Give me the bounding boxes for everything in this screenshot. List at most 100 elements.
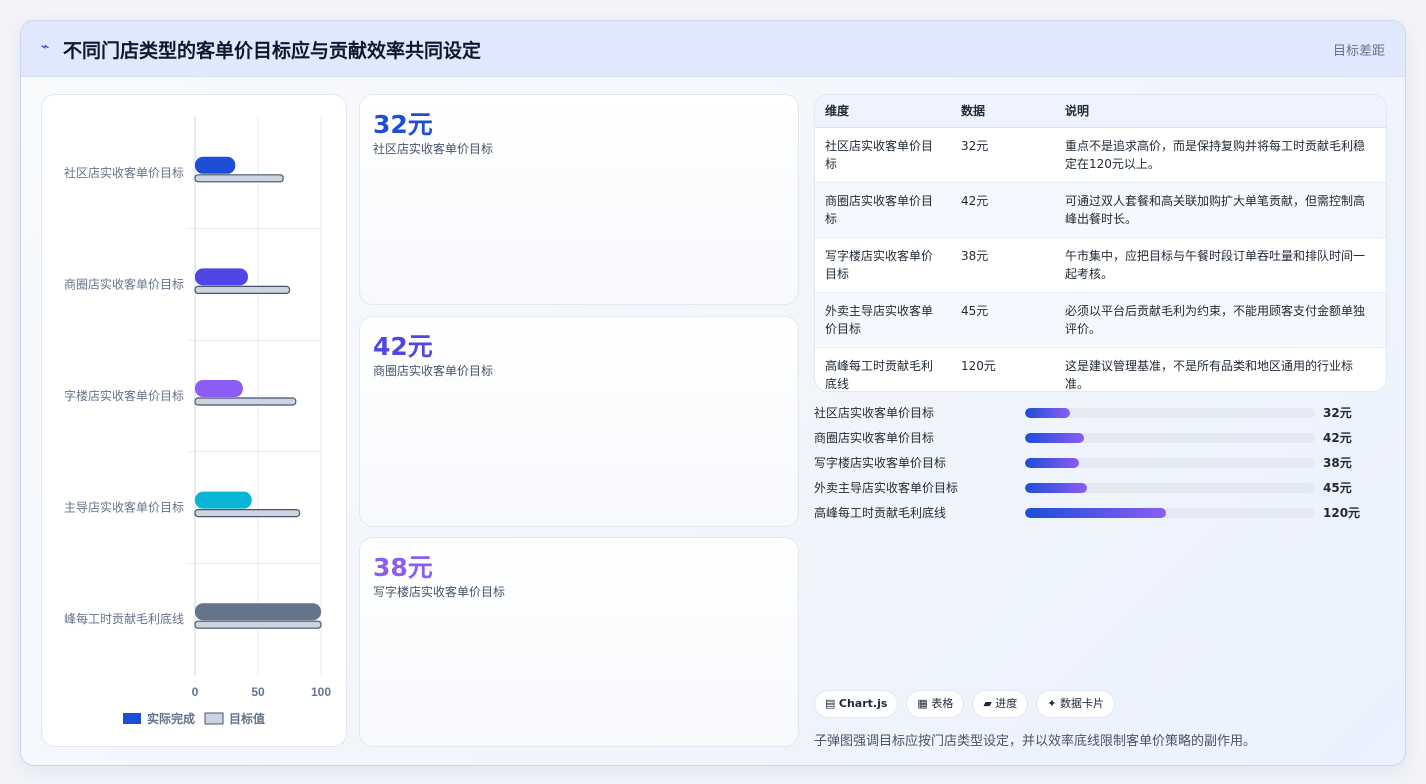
table-cell: 社区店实收客单价目标 (815, 127, 951, 183)
table-cell: 写字楼店实收客单价目标 (815, 237, 951, 293)
table-cell: 可通过双人套餐和高关联加购扩大单笔贡献，但需控制高峰出餐时长。 (1055, 182, 1386, 238)
table-cell: 42元 (951, 182, 1055, 238)
stat-card: 38元 写字楼店实收客单价目标 (359, 537, 799, 747)
main-card: ⌁ 不同门店类型的客单价目标应与贡献效率共同设定 目标差距 社区店实收客单价目标… (20, 20, 1406, 766)
progress-value: 38元 (1323, 456, 1352, 470)
table-icon: ▦ (917, 697, 928, 710)
stat-label: 写字楼店实收客单价目标 (373, 585, 506, 599)
bullet-chart-panel: 社区店实收客单价目标 商圈店实收客单价目标 字楼店实收客单价目标 主导店实收客单价目标… (41, 94, 347, 747)
progress-icon: ▰ (983, 697, 992, 710)
legend-swatch (204, 712, 224, 725)
table-cell: 45元 (951, 292, 1055, 348)
target-bar (194, 397, 297, 406)
x-tick-label: 100 (311, 685, 331, 699)
progress-track (1025, 433, 1315, 443)
progress-label: 外卖主导店实收客单价目标 (814, 481, 959, 495)
tag-chartjs[interactable]: ▤ Chart.js (814, 690, 899, 718)
progress-row: 商圈店实收客单价目标 42元 (814, 429, 1387, 454)
stat-value: 32元 (373, 110, 433, 139)
progress-value: 120元 (1323, 506, 1361, 520)
actual-bar (195, 380, 243, 397)
table-header: 说明 (1055, 95, 1386, 128)
header: ⌁ 不同门店类型的客单价目标应与贡献效率共同设定 目标差距 (21, 21, 1405, 77)
progress-fill (1025, 483, 1088, 493)
tag-label: Chart.js (838, 697, 888, 710)
y-tick-label: 峰每工时贡献毛利底线 (64, 611, 184, 626)
table-cell: 高峰每工时贡献毛利底线 (825, 358, 934, 391)
tag-data-card[interactable]: ✦ 数据卡片 (1036, 690, 1116, 718)
table-cell: 这是建议管理基准，不是所有品类和地区通用的行业标准。 (1065, 358, 1354, 391)
progress-fill (1025, 408, 1070, 418)
stat-label: 社区店实收客单价目标 (373, 142, 494, 156)
progress-fill (1025, 433, 1085, 443)
table-cell: 商圈店实收客单价目标 (815, 182, 951, 238)
tag-label: 进度 (995, 697, 1018, 710)
table-row: 高峰每工时贡献毛利底线 120元 这是建议管理基准，不是所有品类和地区通用的行业… (815, 347, 1386, 391)
y-tick-label: 商圈店实收客单价目标 (64, 276, 184, 291)
progress-list: 社区店实收客单价目标 32元 商圈店实收客单价目标 42元 写字楼店实收客单价目… (814, 404, 1387, 529)
table-row: 写字楼店实收客单价目标 38元 午市集中，应把目标与午餐时段订单吞吐量和排队时间… (815, 237, 1386, 293)
progress-label: 商圈店实收客单价目标 (814, 431, 935, 445)
progress-track (1025, 483, 1315, 493)
tag-label: 表格 (931, 697, 954, 710)
progress-label: 高峰每工时贡献毛利底线 (814, 506, 947, 520)
page-title: 不同门店类型的客单价目标应与贡献效率共同设定 (63, 40, 482, 62)
table-cell: 120元 (961, 358, 996, 373)
table-header-row: 维度 数据 说明 (815, 95, 1386, 128)
stat-card: 32元 社区店实收客单价目标 (359, 94, 799, 305)
target-bar (194, 174, 284, 183)
pulse-icon: ⌁ (41, 39, 50, 55)
y-tick-label: 社区店实收客单价目标 (64, 165, 184, 180)
table-row: 外卖主导店实收客单价目标 45元 必须以平台后贡献毛利为约束，不能用顾客支付金额… (815, 292, 1386, 348)
progress-fill (1025, 508, 1166, 518)
progress-label: 写字楼店实收客单价目标 (814, 456, 947, 470)
actual-bar (195, 156, 236, 174)
progress-track (1025, 458, 1315, 468)
table-cell: 午市集中，应把目标与午餐时段订单吞吐量和排队时间一起考核。 (1055, 237, 1386, 293)
tag-label: 数据卡片 (1060, 697, 1105, 710)
legend-label: 目标值 (229, 711, 265, 726)
x-tick-label: 0 (192, 685, 199, 699)
progress-value: 32元 (1323, 406, 1352, 420)
progress-track (1025, 508, 1315, 518)
actual-bar (195, 268, 248, 286)
stat-value: 38元 (373, 553, 433, 582)
table-cell: 重点不是追求高价，而是保持复购并将每工时贡献毛利稳定在120元以上。 (1055, 127, 1386, 183)
table-header: 数据 (951, 95, 1055, 128)
tag-progress[interactable]: ▰ 进度 (972, 690, 1029, 718)
table-cell: 外卖主导店实收客单价目标 (815, 292, 951, 348)
table-row: 商圈店实收客单价目标 42元 可通过双人套餐和高关联加购扩大单笔贡献，但需控制高… (815, 182, 1386, 238)
stat-card: 42元 商圈店实收客单价目标 (359, 316, 799, 527)
actual-bar (195, 603, 321, 621)
table-cell: 必须以平台后贡献毛利为约束，不能用顾客支付金额单独评价。 (1055, 292, 1386, 348)
legend-label: 实际完成 (147, 711, 195, 726)
y-tick-label: 主导店实收客单价目标 (64, 500, 184, 515)
tag-table[interactable]: ▦ 表格 (906, 690, 965, 718)
target-bar (194, 285, 291, 294)
x-tick-label: 50 (251, 685, 265, 699)
table-cell: 32元 (951, 127, 1055, 183)
bullet-chart: 社区店实收客单价目标商圈店实收客单价目标字楼店实收客单价目标主导店实收客单价目标… (64, 117, 331, 726)
stat-label: 商圈店实收客单价目标 (373, 364, 494, 378)
tag-list: ▤ Chart.js ▦ 表格 ▰ 进度 ✦ 数据卡片 (814, 690, 1123, 718)
data-table: 维度 数据 说明 社区店实收客单价目标 32元 重点不是追求高价，而是保持复购并… (815, 95, 1386, 391)
target-gap-link[interactable]: 目标差距 (1333, 40, 1385, 59)
table-row: 社区店实收客单价目标 32元 重点不是追求高价，而是保持复购并将每工时贡献毛利稳… (815, 127, 1386, 183)
progress-label: 社区店实收客单价目标 (814, 406, 935, 420)
sparkle-icon: ✦ (1047, 697, 1057, 710)
stat-value: 42元 (373, 332, 433, 361)
progress-value: 45元 (1323, 481, 1352, 495)
progress-fill (1025, 458, 1079, 468)
table-cell: 38元 (951, 237, 1055, 293)
progress-row: 外卖主导店实收客单价目标 45元 (814, 479, 1387, 504)
progress-row: 写字楼店实收客单价目标 38元 (814, 454, 1387, 479)
target-bar (194, 620, 322, 629)
progress-row: 社区店实收客单价目标 32元 (814, 404, 1387, 429)
progress-track (1025, 408, 1315, 418)
actual-bar (195, 491, 252, 509)
table-header: 维度 (815, 95, 951, 128)
data-table-panel: 维度 数据 说明 社区店实收客单价目标 32元 重点不是追求高价，而是保持复购并… (814, 94, 1387, 392)
progress-value: 42元 (1323, 431, 1352, 445)
footer-note: 子弹图强调目标应按门店类型设定，并以效率底线限制客单价策略的副作用。 (814, 734, 1257, 749)
legend-swatch (123, 713, 141, 724)
